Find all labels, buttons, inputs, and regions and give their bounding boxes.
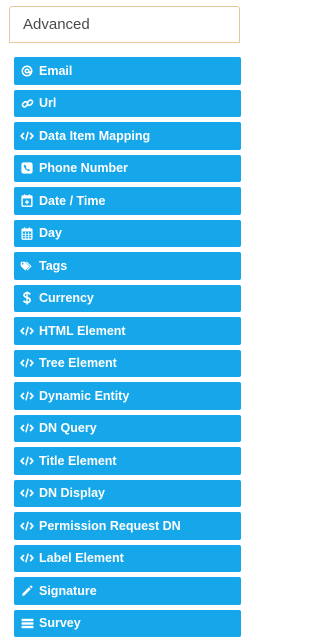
- code-icon: [20, 356, 34, 370]
- advanced-panel: Advanced Email Url Data Item Mapping Phone …: [9, 6, 242, 636]
- link-icon: [20, 96, 34, 110]
- component-button-label: Email: [39, 65, 72, 78]
- component-button-data-item-mapping[interactable]: Data Item Mapping: [14, 122, 241, 150]
- code-icon: [20, 519, 34, 533]
- phone-icon: [20, 161, 34, 175]
- code-icon: [20, 389, 34, 403]
- component-button-label: Permission Request DN: [39, 520, 181, 533]
- component-button-label: DN Query: [39, 422, 97, 435]
- component-button-dn-display[interactable]: DN Display: [14, 480, 241, 508]
- component-button-label: Data Item Mapping: [39, 130, 150, 143]
- calendar-plus-icon: [20, 194, 34, 208]
- pencil-icon: [20, 584, 34, 598]
- component-button-label-element[interactable]: Label Element: [14, 545, 241, 573]
- panel-title: Advanced: [23, 16, 90, 33]
- component-button-email[interactable]: Email: [14, 57, 241, 85]
- component-button-dn-query[interactable]: DN Query: [14, 415, 241, 443]
- component-button-label: Label Element: [39, 552, 124, 565]
- code-icon: [20, 486, 34, 500]
- component-button-dynamic-entity[interactable]: Dynamic Entity: [14, 382, 241, 410]
- component-button-label: Currency: [39, 292, 94, 305]
- component-button-label: Date / Time: [39, 195, 105, 208]
- component-button-label: Day: [39, 227, 62, 240]
- component-button-label: Url: [39, 97, 56, 110]
- panel-header[interactable]: Advanced: [9, 6, 240, 43]
- component-button-label: Signature: [39, 585, 97, 598]
- component-button-phone-number[interactable]: Phone Number: [14, 155, 241, 183]
- tag-icon: [20, 259, 34, 273]
- code-icon: [20, 129, 34, 143]
- component-button-title-element[interactable]: Title Element: [14, 447, 241, 475]
- component-button-survey[interactable]: Survey: [14, 610, 241, 637]
- component-list: Email Url Data Item Mapping Phone Number Dat…: [14, 57, 241, 637]
- at-icon: [20, 64, 34, 78]
- component-button-label: HTML Element: [39, 325, 126, 338]
- component-button-date-time[interactable]: Date / Time: [14, 187, 241, 215]
- dollar-icon: [20, 291, 34, 305]
- component-button-currency[interactable]: Currency: [14, 285, 241, 313]
- code-icon: [20, 551, 34, 565]
- component-button-tree-element[interactable]: Tree Element: [14, 350, 241, 378]
- component-button-label: Survey: [39, 617, 81, 630]
- component-button-permission-request-dn[interactable]: Permission Request DN: [14, 512, 241, 540]
- component-button-signature[interactable]: Signature: [14, 577, 241, 605]
- code-icon: [20, 454, 34, 468]
- code-icon: [20, 421, 34, 435]
- component-button-label: Phone Number: [39, 162, 128, 175]
- component-button-label: Dynamic Entity: [39, 390, 129, 403]
- component-button-label: Tree Element: [39, 357, 117, 370]
- component-button-day[interactable]: Day: [14, 220, 241, 248]
- component-button-tags[interactable]: Tags: [14, 252, 241, 280]
- code-icon: [20, 324, 34, 338]
- component-button-html-element[interactable]: HTML Element: [14, 317, 241, 345]
- component-button-url[interactable]: Url: [14, 90, 241, 118]
- component-button-label: Title Element: [39, 455, 117, 468]
- component-button-label: DN Display: [39, 487, 105, 500]
- list-icon: [20, 616, 34, 630]
- calendar-icon: [20, 226, 34, 240]
- component-button-label: Tags: [39, 260, 67, 273]
